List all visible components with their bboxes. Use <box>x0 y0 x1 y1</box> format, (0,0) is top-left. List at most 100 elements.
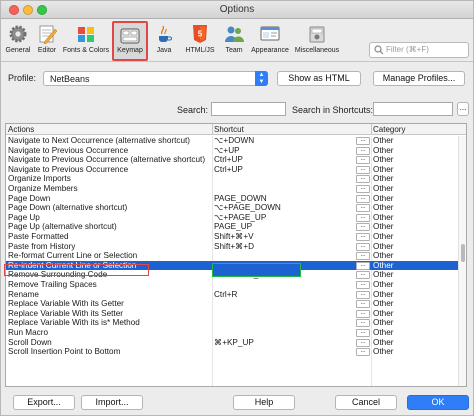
row-category: Other <box>373 318 394 328</box>
row-edit-shortcut-button[interactable]: ... <box>356 252 370 261</box>
table-row[interactable]: Page Down (alternative shortcut) ⌥+PAGE_D… <box>6 203 458 213</box>
toolbar-item-html-js[interactable]: 5 HTML/JS <box>183 21 217 61</box>
search-input[interactable] <box>211 102 286 116</box>
help-button[interactable]: Help <box>233 395 295 410</box>
column-header-actions[interactable]: Actions <box>8 125 34 134</box>
toolbar-item-editor[interactable]: Editor <box>34 21 60 61</box>
import-button[interactable]: Import... <box>81 395 143 410</box>
row-shortcut[interactable]: ⌥+UP <box>214 146 354 156</box>
table-row[interactable]: Scroll Down ⌘+KP_UP... Other <box>6 338 458 348</box>
row-shortcut[interactable]: Shift+⌘+D <box>214 242 354 252</box>
row-edit-shortcut-button[interactable]: ... <box>356 194 370 203</box>
table-row[interactable]: Page Down PAGE_DOWN... Other <box>6 194 458 204</box>
row-category: Other <box>373 328 394 337</box>
java-icon <box>159 25 172 42</box>
table-row[interactable]: Paste from History Shift+⌘+D... Other <box>6 242 458 252</box>
toolbar-item-miscellaneous[interactable]: Miscellaneous <box>292 21 342 61</box>
row-shortcut[interactable]: ⌘+KP_UP <box>214 338 354 348</box>
row-shortcut[interactable]: PAGE_UP <box>214 222 354 232</box>
row-action: Organize Members <box>8 184 78 193</box>
table-scrollbar[interactable] <box>458 136 466 386</box>
table-row[interactable]: Replace Variable With its is* Method... O… <box>6 318 458 328</box>
toolbar-item-appearance[interactable]: Appearance <box>250 21 290 61</box>
shortcut-edit-field-highlight[interactable] <box>212 263 301 277</box>
table-row[interactable]: Page Up ⌥+PAGE_UP... Other <box>6 213 458 223</box>
table-row[interactable]: Paste Formatted Shift+⌘+V... Other <box>6 232 458 242</box>
filter-input[interactable]: Filter (⌘+F) <box>369 42 469 58</box>
toolbar-item-keymap[interactable]: Keymap <box>112 21 148 61</box>
row-edit-shortcut-button[interactable]: ... <box>356 290 370 299</box>
row-shortcut[interactable]: Ctrl+UP <box>214 155 354 165</box>
column-header-shortcut[interactable]: Shortcut <box>214 125 244 134</box>
row-shortcut[interactable]: PAGE_DOWN <box>214 194 354 204</box>
appearance-icon <box>260 26 280 41</box>
row-edit-shortcut-button[interactable]: ... <box>356 319 370 328</box>
row-category: Other <box>373 222 394 232</box>
table-row[interactable]: Replace Variable With its Setter... Other <box>6 309 458 319</box>
table-row[interactable]: Page Up (alternative shortcut) PAGE_UP...… <box>6 222 458 232</box>
table-row[interactable]: Replace Variable With its Getter... Other <box>6 299 458 309</box>
table-row[interactable]: Organize Members... Other <box>6 184 458 194</box>
table-row[interactable]: Run Macro... Other <box>6 328 458 338</box>
row-category: Other <box>373 347 394 357</box>
row-shortcut[interactable]: ⌥+PAGE_UP <box>214 213 354 223</box>
row-edit-shortcut-button[interactable]: ... <box>356 261 370 270</box>
row-edit-shortcut-button[interactable]: ... <box>356 281 370 289</box>
table-row[interactable]: Navigate to Next Occurrence (alternative… <box>6 136 458 146</box>
row-edit-shortcut-button[interactable]: ... <box>356 165 370 174</box>
category-toolbar: General Editor Fonts & Colors Keymap Jav… <box>1 20 473 62</box>
row-category: Other <box>373 203 394 213</box>
row-edit-shortcut-button[interactable]: ... <box>356 338 370 347</box>
show-as-html-button[interactable]: Show as HTML <box>277 71 361 86</box>
table-row[interactable]: Navigate to Previous Occurrence ⌥+UP... Ot… <box>6 146 458 156</box>
table-row[interactable]: Remove Trailing Spaces... Other <box>6 280 458 290</box>
row-edit-shortcut-button[interactable]: ... <box>356 271 370 280</box>
toolbar-item-java[interactable]: Java <box>151 21 177 61</box>
row-edit-shortcut-button[interactable]: ... <box>356 348 370 357</box>
row-action: Paste Formatted <box>8 232 69 241</box>
row-edit-shortcut-button[interactable]: ... <box>356 242 370 251</box>
keymap-table: Actions Shortcut Category Navigate to Ne… <box>5 123 467 387</box>
table-row[interactable]: Organize Imports... Other <box>6 174 458 184</box>
toolbar-item-team[interactable]: Team <box>219 21 249 61</box>
row-edit-shortcut-button[interactable]: ... <box>356 156 370 165</box>
row-edit-shortcut-button[interactable]: ... <box>356 175 370 184</box>
scroll-thumb[interactable] <box>461 244 465 262</box>
row-edit-shortcut-button[interactable]: ... <box>356 223 370 232</box>
row-shortcut[interactable]: Ctrl+R <box>214 290 354 300</box>
table-row[interactable]: Navigate to Previous Occurrence (alterna… <box>6 155 458 165</box>
svg-text:5: 5 <box>198 30 203 39</box>
title-bar: Options <box>1 1 473 19</box>
ok-button[interactable]: OK <box>407 395 469 410</box>
table-row[interactable]: Navigate to Previous Occurrence Ctrl+UP..… <box>6 165 458 175</box>
shortcut-picker-button[interactable]: ... <box>457 102 469 116</box>
manage-profiles-button[interactable]: Manage Profiles... <box>373 71 465 86</box>
row-category: Other <box>373 308 394 318</box>
filter-placeholder: Filter (⌘+F) <box>386 45 429 54</box>
row-edit-shortcut-button[interactable]: ... <box>356 137 370 145</box>
row-shortcut[interactable]: Shift+⌘+V <box>214 232 354 242</box>
export-button[interactable]: Export... <box>13 395 75 410</box>
row-shortcut[interactable]: Ctrl+UP <box>214 165 354 175</box>
options-window: Options General Editor Fonts & Colors Ke… <box>0 0 474 416</box>
row-shortcut[interactable]: ⌥+PAGE_DOWN <box>214 203 354 213</box>
row-edit-shortcut-button[interactable]: ... <box>356 146 370 155</box>
row-edit-shortcut-button[interactable]: ... <box>356 213 370 222</box>
column-header-category[interactable]: Category <box>373 125 405 134</box>
search-shortcuts-input[interactable] <box>373 102 453 116</box>
row-action: Navigate to Previous Occurrence <box>8 164 129 174</box>
row-edit-shortcut-button[interactable]: ... <box>356 185 370 193</box>
row-edit-shortcut-button[interactable]: ... <box>356 329 370 337</box>
row-edit-shortcut-button[interactable]: ... <box>356 233 370 241</box>
table-row[interactable]: Re-format Current Line or Selection... Ot… <box>6 251 458 261</box>
profile-select[interactable]: NetBeans ▲ ▼ <box>43 71 268 86</box>
row-shortcut[interactable]: ⌥+DOWN <box>214 136 354 146</box>
row-edit-shortcut-button[interactable]: ... <box>356 300 370 309</box>
cancel-button[interactable]: Cancel <box>335 395 397 410</box>
row-edit-shortcut-button[interactable]: ... <box>356 204 370 213</box>
row-edit-shortcut-button[interactable]: ... <box>356 309 370 318</box>
table-row[interactable]: Rename Ctrl+R... Other <box>6 290 458 300</box>
toolbar-item-general[interactable]: General <box>3 21 33 61</box>
toolbar-item-fonts-colors[interactable]: Fonts & Colors <box>61 21 111 61</box>
table-row[interactable]: Scroll Insertion Point to Bottom... Other <box>6 347 458 357</box>
